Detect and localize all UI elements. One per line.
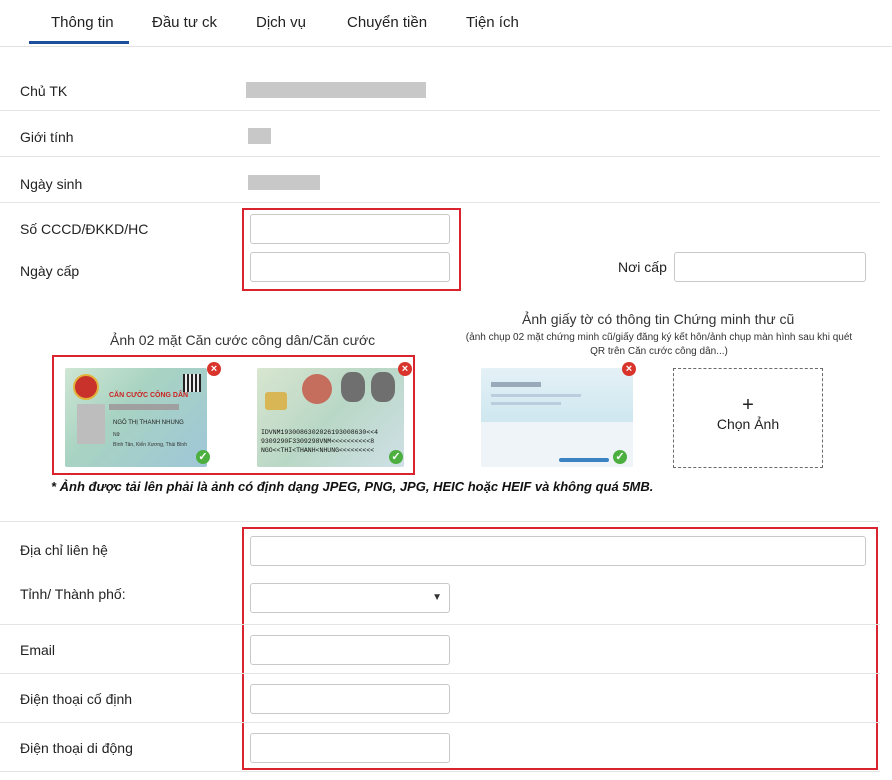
divider (0, 624, 880, 625)
stamp-icon (302, 374, 332, 404)
mrz-line-2: 9309290F3309298VNM<<<<<<<<<<8 (261, 438, 375, 445)
chevron-down-icon: ▼ (432, 592, 442, 603)
tab-dich-vu[interactable]: Dịch vụ (256, 14, 306, 31)
landline-label: Điện thoại cố định (20, 691, 133, 707)
divider (0, 673, 880, 674)
mrz-line-3: NGO<<THI<THANH<NHUNG<<<<<<<<< (261, 447, 375, 454)
province-select[interactable]: ▼ (250, 583, 450, 613)
divider (0, 110, 880, 111)
id-front-title: CĂN CƯỚC CÔNG DÂN (109, 392, 189, 399)
issue-place-label: Nơi cấp (618, 259, 667, 275)
owner-label: Chủ TK (20, 83, 68, 99)
address-input[interactable] (250, 536, 866, 566)
tab-chuyen-tien[interactable]: Chuyển tiền (347, 14, 427, 31)
issue-date-label: Ngày cấp (20, 263, 80, 279)
id-front-sex: Nữ (113, 432, 120, 438)
old-id-check-icon: ✓ (613, 450, 627, 464)
choose-image-button[interactable]: + Chọn Ảnh (673, 368, 823, 468)
id-front-name: NGÔ THỊ THANH NHUNG (113, 420, 184, 426)
owner-value-redacted (246, 82, 426, 98)
qr-code-icon (183, 374, 201, 392)
email-input[interactable] (250, 635, 450, 665)
chip-icon (265, 392, 287, 410)
fingerprint-right-icon (371, 372, 395, 402)
remove-back-icon[interactable]: × (398, 362, 412, 376)
mrz-line-1: IDVNM1930086302026193008630<<4 (261, 429, 379, 436)
divider (0, 771, 880, 772)
fingerprint-left-icon (341, 372, 365, 402)
old-id-title: Ảnh giấy tờ có thông tin Chứng minh thư … (522, 311, 795, 327)
landline-input[interactable] (250, 684, 450, 714)
divider (0, 521, 880, 522)
id-front-place: Bình Tân, Kiến Xương, Thái Bình (113, 442, 187, 448)
mrz-block: IDVNM1930086302026193008630<<4 9309290F3… (261, 428, 378, 455)
photo-redacted (77, 404, 105, 444)
dob-value-redacted (248, 175, 320, 190)
id-number-label: Số CCCD/ĐKKD/HC (20, 221, 149, 237)
mobile-label: Điện thoại di động (20, 740, 133, 756)
id-number-input[interactable] (250, 214, 450, 244)
front-check-icon: ✓ (196, 450, 210, 464)
old-id-progress (559, 458, 609, 462)
remove-old-id-icon[interactable]: × (622, 362, 636, 376)
divider (0, 202, 880, 203)
gender-label: Giới tính (20, 129, 74, 145)
tab-tien-ich[interactable]: Tiện ích (466, 14, 519, 31)
issue-place-input[interactable] (674, 252, 866, 282)
divider (0, 156, 880, 157)
tab-thong-tin[interactable]: Thông tin (51, 14, 114, 31)
id-front-image: CĂN CƯỚC CÔNG DÂN NGÔ THỊ THANH NHUNG Nữ… (65, 368, 207, 467)
id-back-image: IDVNM1930086302026193008630<<4 9309290F3… (257, 368, 404, 467)
id-number-redacted (109, 404, 179, 410)
old-id-line (491, 402, 561, 405)
tab-dau-tu-ck[interactable]: Đầu tư ck (152, 14, 217, 31)
mobile-input[interactable] (250, 733, 450, 763)
old-id-image (481, 368, 633, 467)
old-id-line (491, 394, 581, 397)
address-label: Địa chỉ liên hệ (20, 542, 108, 558)
active-tab-indicator (29, 41, 129, 44)
dob-label: Ngày sinh (20, 176, 83, 192)
divider (0, 722, 880, 723)
choose-image-label: Chọn Ảnh (716, 416, 780, 432)
emblem-icon (73, 374, 99, 400)
back-check-icon: ✓ (389, 450, 403, 464)
issue-date-input[interactable] (250, 252, 450, 282)
plus-icon: + (742, 394, 754, 416)
old-id-line (491, 382, 541, 387)
tab-bar: Thông tin Đầu tư ck Dịch vụ Chuyển tiền … (0, 0, 892, 47)
upload-note: * Ảnh được tải lên phải là ảnh có định d… (51, 479, 654, 494)
old-id-subtitle: (ảnh chụp 02 mặt chứng minh cũ/giấy đăng… (465, 332, 853, 357)
email-label: Email (20, 642, 56, 658)
gender-value-redacted (248, 128, 271, 144)
remove-front-icon[interactable]: × (207, 362, 221, 376)
province-label: Tỉnh/ Thành phố: (20, 586, 126, 602)
id-images-caption: Ảnh 02 mặt Căn cước công dân/Căn cước (110, 332, 376, 348)
